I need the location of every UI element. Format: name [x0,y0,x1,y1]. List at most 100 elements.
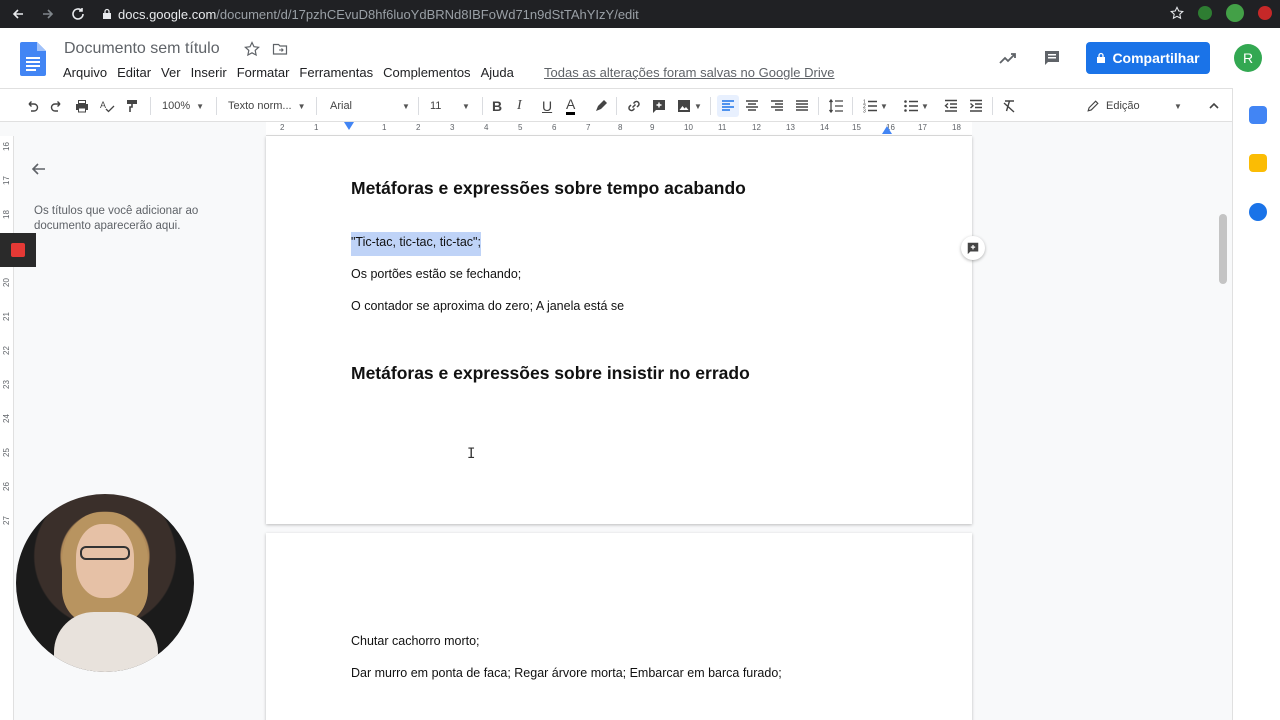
font-dropdown[interactable]: Arial ▼ [330,95,410,117]
bulleted-list-icon[interactable]: ▼ [903,95,929,117]
forward-icon[interactable] [36,2,60,26]
move-folder-icon[interactable] [272,41,288,57]
vertical-ruler[interactable]: 16 17 18 19 20 21 22 23 24 25 26 27 [0,136,14,720]
ruler-tick: 26 [1,482,11,491]
menu-complementos[interactable]: Complementos [383,65,470,80]
paint-format-icon[interactable] [124,95,140,117]
add-comment-button[interactable] [961,236,985,260]
menu-arquivo[interactable]: Arquivo [63,65,107,80]
record-stop-button[interactable] [0,233,36,267]
link-icon[interactable] [626,95,642,117]
chevron-down-icon: ▼ [694,101,702,111]
menu-ferramentas[interactable]: Ferramentas [299,65,373,80]
ruler-tick: 1 [382,123,387,132]
vertical-scrollbar[interactable] [1219,214,1227,284]
align-center-icon[interactable] [744,95,760,117]
ruler-tick: 5 [518,123,523,132]
extension-red-icon[interactable] [1258,6,1272,20]
toolbar: A 100% ▼ Texto norm... ▼ Arial ▼ 11 ▼ B I U … [0,88,1232,122]
menu-ajuda[interactable]: Ajuda [481,65,514,80]
paragraph-line: Dar murro em ponta de faca; Regar árvore… [351,666,782,680]
docs-logo-icon[interactable] [20,42,46,76]
menu-editar[interactable]: Editar [117,65,151,80]
outline-hint: Os títulos que você adicionar ao documen… [34,205,199,232]
document-page[interactable]: Metáforas e expressões sobre tempo acaba… [266,136,972,524]
ruler-tick: 9 [650,123,655,132]
star-icon[interactable] [244,41,260,57]
comments-icon[interactable] [1042,48,1062,68]
close-outline-arrow-icon[interactable] [30,160,48,178]
insert-image-icon[interactable]: ▼ [676,95,702,117]
ruler-tick: 2 [416,123,421,132]
first-line-indent-marker[interactable] [344,122,354,130]
reload-icon[interactable] [66,2,90,26]
print-icon[interactable] [74,95,90,117]
lock-icon [103,8,111,19]
paragraph-line: Os portões estão se fechando; [351,267,522,281]
ruler-tick: 23 [1,380,11,389]
editing-mode-dropdown[interactable]: Edição ▼ [1086,95,1182,117]
share-button[interactable]: Compartilhar [1086,42,1210,74]
redo-icon[interactable] [49,95,65,117]
ruler-tick: 22 [1,346,11,355]
font-size-value: 11 [430,100,442,112]
ruler-tick: 7 [586,123,591,132]
menu-bar: Arquivo Editar Ver Inserir Formatar Ferr… [63,65,514,80]
save-status-link[interactable]: Todas as alterações foram salvas no Goog… [544,65,834,80]
align-left-icon[interactable] [717,95,739,117]
bold-icon[interactable]: B [492,95,502,117]
align-justify-icon[interactable] [794,95,810,117]
ruler-tick: 21 [1,312,11,321]
activity-trend-icon[interactable] [998,48,1018,68]
webcam-body [54,612,158,672]
chevron-down-icon: ▼ [462,101,470,111]
increase-indent-icon[interactable] [968,95,984,117]
italic-icon[interactable]: I [517,95,522,117]
ruler-tick: 4 [484,123,489,132]
decrease-indent-icon[interactable] [943,95,959,117]
chevron-up-icon[interactable] [1206,95,1222,117]
insert-comment-icon[interactable] [651,95,667,117]
side-panel-strip [1232,88,1280,720]
align-right-icon[interactable] [769,95,785,117]
add-comment-icon [967,242,979,255]
line-spacing-icon[interactable] [828,95,844,117]
menu-ver[interactable]: Ver [161,65,181,80]
back-icon[interactable] [6,2,30,26]
selected-text[interactable]: "Tic-tac, tic-tac, tic-tac"; [351,232,481,256]
ruler-tick: 14 [820,123,829,132]
underline-icon[interactable]: U [542,95,552,117]
document-page[interactable]: Chutar cachorro morto; Dar murro em pont… [266,533,972,720]
text-cursor-icon: I [467,446,476,462]
clear-formatting-icon[interactable] [1001,95,1017,117]
tasks-icon[interactable] [1249,203,1267,221]
calendar-icon[interactable] [1249,106,1267,124]
keep-icon[interactable] [1249,154,1267,172]
address-bar[interactable]: docs.google.com/document/d/17pzhCEvuD8hf… [118,7,639,22]
chevron-down-icon: ▼ [880,101,888,111]
profile-avatar-icon[interactable] [1226,4,1244,22]
url-host: docs.google.com [118,6,217,22]
zoom-dropdown[interactable]: 100% ▼ [162,95,204,117]
horizontal-ruler[interactable]: 2 1 1 2 3 4 5 6 7 8 9 10 11 12 13 14 15 … [266,122,972,136]
highlight-color-icon[interactable] [593,95,609,117]
svg-text:A: A [100,100,106,110]
bookmark-star-icon[interactable] [1170,6,1184,20]
ruler-tick: 3 [450,123,455,132]
spellcheck-icon[interactable]: A [99,95,115,117]
font-size-dropdown[interactable]: 11 ▼ [430,95,470,117]
menu-inserir[interactable]: Inserir [191,65,227,80]
ruler-tick: 1 [314,123,319,132]
ruler-tick: 11 [718,123,727,132]
menu-formatar[interactable]: Formatar [237,65,290,80]
extension-icon[interactable] [1198,6,1212,20]
avatar[interactable]: R [1234,44,1262,72]
undo-icon[interactable] [24,95,40,117]
ruler-tick: 2 [280,123,285,132]
font-value: Arial [330,100,353,112]
stop-icon [11,243,25,257]
text-color-icon[interactable]: A [566,95,576,115]
style-dropdown[interactable]: Texto norm... ▼ [228,95,306,117]
doc-title[interactable]: Documento sem título [64,40,220,58]
numbered-list-icon[interactable]: 1 2 3 ▼ [862,95,888,117]
